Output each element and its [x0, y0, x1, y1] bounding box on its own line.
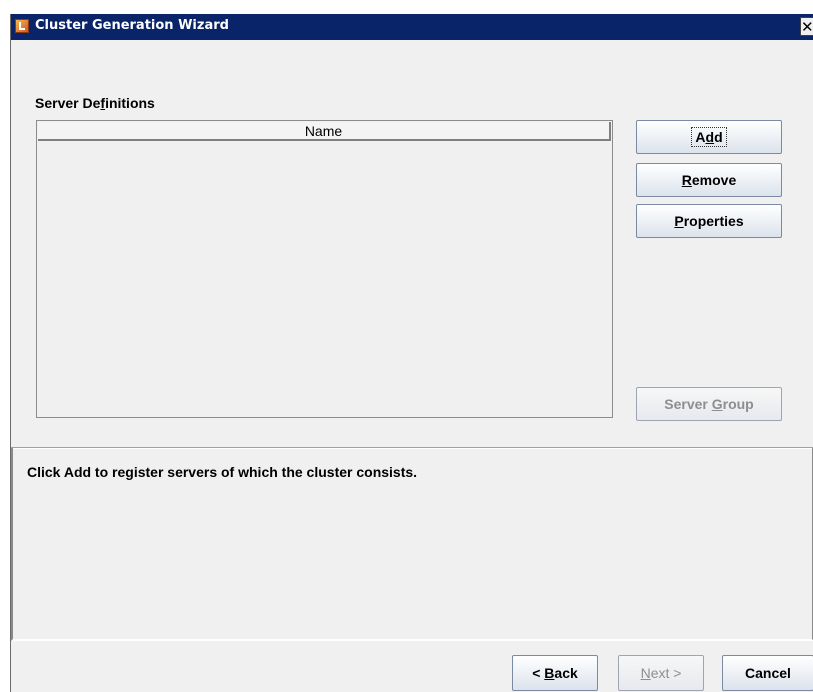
close-button[interactable]: ✕ [800, 17, 813, 36]
remove-button[interactable]: Remove [636, 163, 782, 197]
cancel-button[interactable]: Cancel [722, 655, 813, 691]
properties-button[interactable]: Properties [636, 204, 782, 238]
description-text: Click Add to register servers of which t… [27, 464, 418, 480]
window-title: Cluster Generation Wizard [35, 18, 229, 33]
description-panel: Click Add to register servers of which t… [11, 448, 813, 641]
table-header-name[interactable]: Name [38, 122, 611, 141]
server-definitions-table[interactable]: Name [36, 120, 613, 418]
server-group-button[interactable]: Server Group [636, 387, 782, 421]
back-button[interactable]: < Back [512, 655, 598, 691]
wizard-window: Cluster Generation Wizard ✕ Server Defin… [10, 14, 813, 692]
java-app-icon [15, 19, 29, 33]
server-definitions-label: Server Definitions [35, 95, 155, 111]
next-button[interactable]: Next > [618, 655, 704, 691]
add-button[interactable]: Add [636, 120, 782, 154]
title-bar: Cluster Generation Wizard ✕ [11, 14, 813, 40]
